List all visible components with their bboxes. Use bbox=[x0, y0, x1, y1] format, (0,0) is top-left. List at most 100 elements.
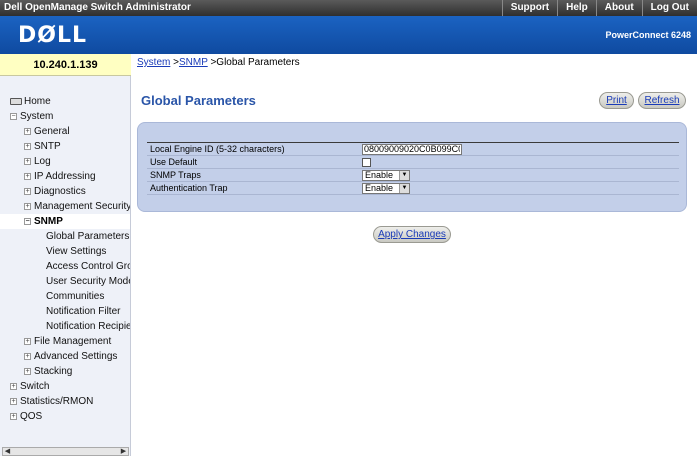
authentication-trap-select[interactable]: Enable ▼ bbox=[362, 182, 410, 194]
table-cell bbox=[359, 142, 679, 156]
scroll-left-icon[interactable]: ◀ bbox=[3, 448, 12, 455]
nav-label: View Settings bbox=[46, 246, 107, 257]
nav-label: SNTP bbox=[34, 141, 61, 152]
table-row: SNMP Traps Enable ▼ bbox=[147, 168, 679, 182]
nav-label: User Security Model bbox=[46, 276, 131, 287]
breadcrumb-snmp-link[interactable]: SNMP bbox=[179, 57, 208, 68]
nav-item-snmp[interactable]: − SNMP bbox=[0, 214, 130, 229]
snmp-traps-value: Enable bbox=[365, 170, 394, 180]
nav-item-stacking[interactable]: + Stacking bbox=[0, 364, 130, 379]
nav-tree: Home − System + General + SNTP + Log + IP Add… bbox=[0, 94, 131, 424]
nav-item-ip-addressing[interactable]: + IP Addressing bbox=[0, 169, 130, 184]
breadcrumb-separator: > bbox=[170, 57, 179, 68]
breadcrumb-system-link[interactable]: System bbox=[137, 57, 170, 68]
nav-item-sntp[interactable]: + SNTP bbox=[0, 139, 130, 154]
nav-label: Home bbox=[24, 96, 51, 107]
expand-icon[interactable]: + bbox=[24, 172, 31, 180]
expand-icon[interactable]: + bbox=[24, 202, 31, 210]
expand-icon[interactable]: + bbox=[24, 187, 31, 195]
top-bar: Dell OpenManage Switch Administrator Sup… bbox=[0, 0, 697, 16]
expand-icon[interactable]: + bbox=[24, 142, 31, 150]
nav-label: Management Security bbox=[34, 201, 131, 212]
dropdown-arrow-icon: ▼ bbox=[399, 170, 409, 180]
nav-label: IP Addressing bbox=[34, 171, 96, 182]
expand-icon[interactable]: + bbox=[10, 397, 17, 405]
table-row: Use Default bbox=[147, 155, 679, 169]
nav-item-log[interactable]: + Log bbox=[0, 154, 130, 169]
nav-label: Diagnostics bbox=[34, 186, 86, 197]
nav-item-notification-filter[interactable]: Notification Filter bbox=[0, 304, 130, 319]
device-ip: 10.240.1.139 bbox=[33, 59, 98, 71]
scroll-right-icon[interactable]: ▶ bbox=[119, 448, 128, 455]
authentication-trap-label: Authentication Trap bbox=[147, 181, 359, 195]
use-default-label: Use Default bbox=[147, 155, 359, 169]
nav-item-management-security[interactable]: + Management Security bbox=[0, 199, 131, 214]
support-link[interactable]: Support bbox=[501, 0, 557, 16]
nav-item-statistics-rmon[interactable]: + Statistics/RMON bbox=[0, 394, 130, 409]
nav-label: Stacking bbox=[34, 366, 73, 377]
about-link[interactable]: About bbox=[595, 0, 642, 16]
apply-changes-button[interactable]: Apply Changes bbox=[373, 226, 451, 243]
expand-icon[interactable]: + bbox=[10, 382, 17, 390]
collapse-icon[interactable]: − bbox=[24, 217, 31, 225]
help-link[interactable]: Help bbox=[557, 0, 596, 16]
refresh-button[interactable]: Refresh bbox=[638, 92, 686, 109]
nav-label: Statistics/RMON bbox=[20, 396, 94, 407]
home-icon bbox=[10, 97, 22, 105]
logout-link[interactable]: Log Out bbox=[641, 0, 697, 16]
nav-label: General bbox=[34, 126, 70, 137]
nav-item-system[interactable]: − System bbox=[0, 109, 130, 124]
local-engine-id-input[interactable] bbox=[362, 143, 462, 155]
global-parameters-panel: Local Engine ID (5-32 characters) Use De… bbox=[137, 122, 687, 212]
nav-label: Notification Recipient bbox=[46, 321, 131, 332]
nav-item-diagnostics[interactable]: + Diagnostics bbox=[0, 184, 130, 199]
nav-item-global-parameters[interactable]: Global Parameters bbox=[0, 229, 130, 244]
print-button[interactable]: Print bbox=[599, 92, 634, 109]
snmp-traps-select[interactable]: Enable ▼ bbox=[362, 169, 410, 181]
breadcrumb-current: >Global Parameters bbox=[207, 57, 300, 68]
nav-item-communities[interactable]: Communities bbox=[0, 289, 130, 304]
nav-item-file-management[interactable]: + File Management bbox=[0, 334, 130, 349]
table-row: Local Engine ID (5-32 characters) bbox=[147, 142, 679, 156]
settings-table: Local Engine ID (5-32 characters) Use De… bbox=[147, 142, 679, 195]
device-model: PowerConnect 6248 bbox=[605, 30, 691, 40]
nav-item-home[interactable]: Home bbox=[0, 94, 130, 109]
nav-label: Switch bbox=[20, 381, 50, 392]
nav-label: Log bbox=[34, 156, 51, 167]
app-title: Dell OpenManage Switch Administrator bbox=[4, 2, 191, 13]
table-cell bbox=[359, 155, 679, 169]
use-default-checkbox[interactable] bbox=[362, 158, 371, 168]
nav-item-notification-recipient[interactable]: Notification Recipient bbox=[0, 319, 131, 334]
nav-label: Access Control Grou bbox=[46, 261, 131, 272]
sidebar-horizontal-scrollbar[interactable]: ◀ ▶ bbox=[2, 447, 129, 456]
expand-icon[interactable]: + bbox=[10, 412, 17, 420]
expand-icon[interactable]: + bbox=[24, 337, 31, 345]
nav-label: Notification Filter bbox=[46, 306, 121, 317]
nav-item-user-security-model[interactable]: User Security Model bbox=[0, 274, 131, 289]
nav-label: File Management bbox=[34, 336, 112, 347]
nav-item-view-settings[interactable]: View Settings bbox=[0, 244, 130, 259]
top-links: Support Help About Log Out bbox=[501, 0, 697, 16]
nav-label: System bbox=[20, 111, 54, 122]
nav-item-switch[interactable]: + Switch bbox=[0, 379, 130, 394]
nav-item-advanced-settings[interactable]: + Advanced Settings bbox=[0, 349, 130, 364]
device-ip-box: 10.240.1.139 bbox=[0, 54, 131, 76]
table-cell: Enable ▼ bbox=[359, 181, 679, 195]
table-row: Authentication Trap Enable ▼ bbox=[147, 181, 679, 195]
nav-label: SNMP bbox=[34, 216, 63, 227]
authentication-trap-value: Enable bbox=[365, 183, 394, 193]
expand-icon[interactable]: + bbox=[24, 157, 31, 165]
local-engine-id-label: Local Engine ID (5-32 characters) bbox=[147, 142, 359, 156]
breadcrumb: System >SNMP >Global Parameters bbox=[137, 57, 300, 68]
expand-icon[interactable]: + bbox=[24, 127, 31, 135]
banner: DØLL PowerConnect 6248 bbox=[0, 16, 697, 54]
nav-item-access-control-group[interactable]: Access Control Grou bbox=[0, 259, 131, 274]
page-title: Global Parameters bbox=[141, 93, 256, 108]
nav-label: Global Parameters bbox=[46, 231, 130, 242]
nav-label: Advanced Settings bbox=[34, 351, 118, 362]
collapse-icon[interactable]: − bbox=[10, 112, 17, 120]
expand-icon[interactable]: + bbox=[24, 367, 31, 375]
nav-item-general[interactable]: + General bbox=[0, 124, 130, 139]
expand-icon[interactable]: + bbox=[24, 352, 31, 360]
nav-item-qos[interactable]: + QOS bbox=[0, 409, 130, 424]
